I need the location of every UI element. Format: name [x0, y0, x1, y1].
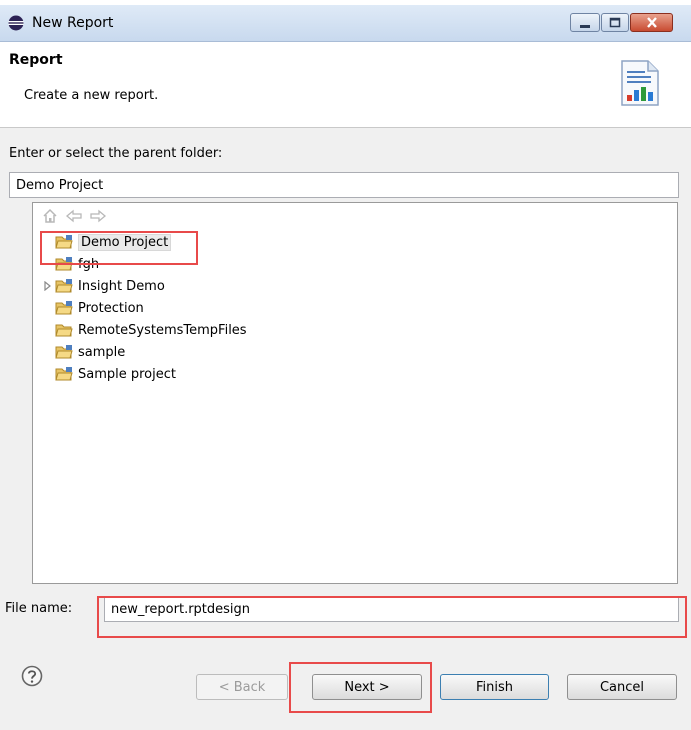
annotation-highlight-next-button — [289, 662, 432, 713]
report-wizard-icon — [621, 60, 659, 106]
tree-item-sample[interactable]: sample — [41, 341, 125, 363]
tree-item-label: Sample project — [78, 366, 176, 382]
window-title: New Report — [32, 15, 114, 31]
page-description: Create a new report. — [24, 88, 159, 103]
folder-icon — [55, 324, 73, 337]
eclipse-icon — [8, 15, 24, 31]
project-folder-icon — [55, 345, 73, 359]
tree-item-sample-project[interactable]: Sample project — [41, 363, 176, 385]
finish-button[interactable]: Finish — [440, 674, 549, 700]
wizard-content: Enter or select the parent folder: Demo … — [0, 128, 691, 730]
minimize-button[interactable] — [570, 13, 600, 32]
tree-item-protection[interactable]: Protection — [41, 297, 144, 319]
back-button[interactable]: < Back — [196, 674, 288, 700]
page-title: Report — [9, 52, 63, 68]
parent-folder-label: Enter or select the parent folder: — [9, 146, 223, 161]
help-icon[interactable] — [21, 665, 43, 687]
cancel-button[interactable]: Cancel — [567, 674, 677, 700]
project-folder-icon — [55, 367, 73, 381]
close-button[interactable] — [630, 13, 673, 32]
tree-item-label: RemoteSystemsTempFiles — [78, 322, 247, 338]
tree-item-remote-systems-temp-files[interactable]: RemoteSystemsTempFiles — [41, 319, 247, 341]
tree-item-label: Protection — [78, 300, 144, 316]
file-name-label: File name: — [5, 601, 73, 616]
annotation-highlight-tree-item — [40, 231, 198, 265]
wizard-header: Report Create a new report. — [0, 42, 691, 128]
project-folder-icon — [55, 301, 73, 315]
window-titlebar: New Report — [0, 5, 691, 42]
home-icon[interactable] — [41, 207, 59, 225]
tree-item-label: sample — [78, 344, 126, 360]
tree-toolbar — [41, 207, 107, 225]
forward-arrow-icon[interactable] — [89, 207, 107, 225]
maximize-button[interactable] — [601, 13, 629, 32]
annotation-highlight-file-name — [97, 596, 687, 638]
parent-folder-input[interactable] — [9, 172, 679, 198]
expand-arrow-icon[interactable] — [41, 281, 55, 291]
back-arrow-icon[interactable] — [65, 207, 83, 225]
project-folder-icon — [55, 279, 73, 293]
tree-item-label: Insight Demo — [78, 278, 165, 294]
tree-item-insight-demo[interactable]: Insight Demo — [41, 275, 165, 297]
